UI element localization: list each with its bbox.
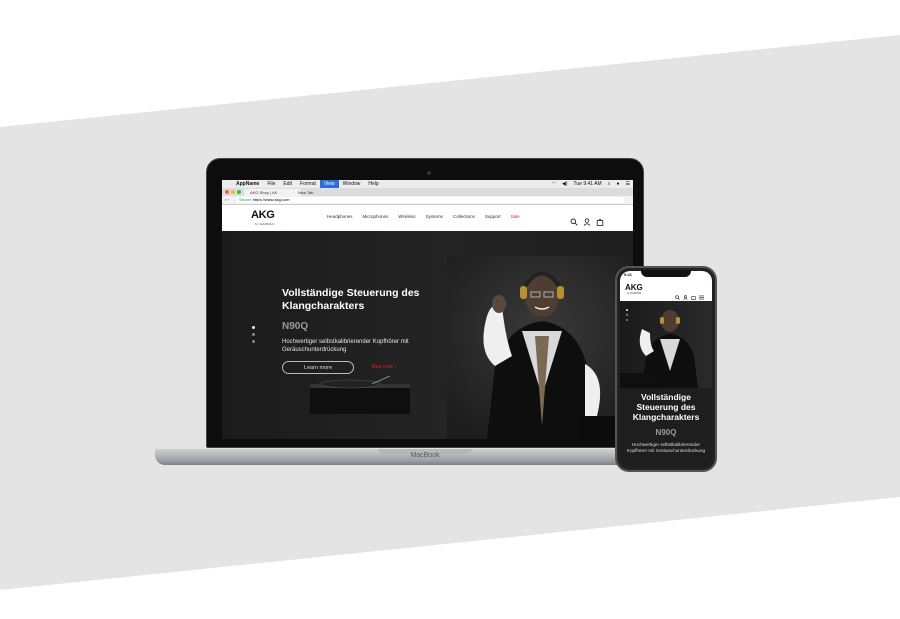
site-nav: Headphones Microphones Wireless Systems … <box>327 214 530 219</box>
nav-systems[interactable]: Systems <box>426 214 443 219</box>
learn-more-button[interactable]: Learn more <box>282 361 354 374</box>
nav-wireless[interactable]: Wireless <box>398 214 415 219</box>
secure-label: Secure <box>239 197 252 202</box>
slider-dots <box>252 326 255 347</box>
siri-icon[interactable]: ● <box>613 180 622 188</box>
menu-file[interactable]: File <box>263 180 279 188</box>
browser-urlbar: ‹ › Secure https://www.akg.com <box>222 196 633 205</box>
minimize-window-icon[interactable] <box>231 190 235 194</box>
nav-collections[interactable]: Collections <box>453 214 475 219</box>
notification-center-icon[interactable]: ☰ <box>623 180 633 188</box>
laptop-camera <box>427 171 431 175</box>
slider-dot[interactable] <box>252 333 255 336</box>
mac-menubar: AppName File Edit Format View Window Hel… <box>222 180 633 188</box>
phone-time: 9:41 <box>624 272 633 277</box>
hero-banner: Vollständige Steuerung des Klangcharakte… <box>222 231 633 439</box>
phone-notch <box>641 270 691 277</box>
phone-akg-logo[interactable]: AKG <box>625 283 643 292</box>
nav-support[interactable]: Support <box>485 214 501 219</box>
turntable-image <box>310 375 410 414</box>
phone-search-icon[interactable] <box>675 287 680 300</box>
nav-microphones[interactable]: Microphones <box>363 214 389 219</box>
phone-slider-dot[interactable] <box>626 309 628 311</box>
slider-dot[interactable] <box>252 326 255 329</box>
hero-photo <box>447 256 633 439</box>
phone-slider-dot[interactable] <box>626 319 628 321</box>
menu-help[interactable]: Help <box>364 180 382 188</box>
search-icon[interactable] <box>570 213 578 226</box>
slider-dot[interactable] <box>252 340 255 343</box>
buy-now-link[interactable]: Buy now › <box>372 364 396 370</box>
phone-hero-model: N90Q <box>655 428 677 437</box>
macbook-label: MacBook <box>410 452 440 459</box>
hero-title: Vollständige Steuerung des Klangcharakte… <box>282 287 420 312</box>
akg-logo[interactable]: AKG <box>251 209 275 221</box>
phone-screen: 9:41 AKG by HARMAN Vollständige Steuerun… <box>620 271 712 467</box>
phone-account-icon[interactable] <box>683 287 688 300</box>
hero-model: N90Q <box>282 321 309 332</box>
phone-hero-photo <box>620 301 712 388</box>
volume-icon[interactable]: ◀) <box>559 180 571 188</box>
phone-cart-icon[interactable] <box>691 287 696 300</box>
menu-app-name[interactable]: AppName <box>232 180 263 188</box>
menu-edit[interactable]: Edit <box>279 180 296 188</box>
site-header: AKG by HARMAN Headphones Microphones Wir… <box>222 205 633 231</box>
nav-sale[interactable]: Sale <box>511 214 520 219</box>
cart-icon[interactable] <box>596 213 604 226</box>
phone-hero-description: Hochwertiger selbstkalibrierender Kopfhö… <box>626 442 706 453</box>
maximize-window-icon[interactable] <box>237 190 241 194</box>
browser-tabbar: AKG Shop | AK New Tab <box>222 188 633 196</box>
phone-hero-title: Vollständige Steuerung des Klangcharakte… <box>632 392 700 422</box>
menu-clock[interactable]: Tue 9:41 AM <box>571 180 605 188</box>
menu-format[interactable]: Format <box>296 180 320 188</box>
harman-logo-sub: by HARMAN <box>255 222 275 226</box>
browser-tab-new[interactable]: New Tab <box>292 189 344 196</box>
back-icon[interactable]: ‹ › <box>225 196 229 204</box>
menu-view[interactable]: View <box>319 180 339 188</box>
close-window-icon[interactable] <box>225 190 229 194</box>
wifi-icon[interactable]: ◠ <box>549 180 559 188</box>
url-text: https://www.akg.com <box>252 197 290 202</box>
account-icon[interactable] <box>583 213 591 226</box>
spotlight-icon[interactable]: ⌕ <box>605 180 614 188</box>
phone-menu-icon[interactable] <box>699 287 704 300</box>
address-field[interactable]: Secure https://www.akg.com <box>236 197 624 203</box>
phone-slider-dots <box>626 309 628 324</box>
laptop-screen: AppName File Edit Format View Window Hel… <box>222 180 633 439</box>
nav-headphones[interactable]: Headphones <box>327 214 353 219</box>
phone-slider-dot[interactable] <box>626 314 628 316</box>
hero-description: Hochwertiger selbstkalibrierender Kopfhö… <box>282 339 409 353</box>
menu-window[interactable]: Window <box>339 180 365 188</box>
phone-harman-logo-sub: by HARMAN <box>627 292 642 295</box>
